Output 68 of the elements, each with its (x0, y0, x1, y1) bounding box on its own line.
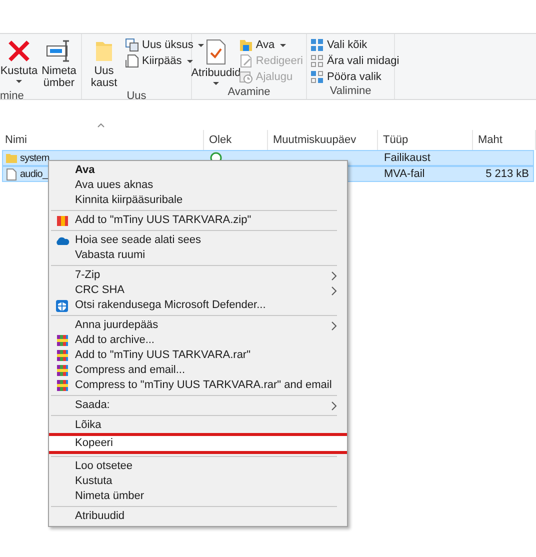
menu-item[interactable]: Nimeta ümber (49, 489, 347, 504)
menu-item[interactable]: Kustuta (49, 474, 347, 489)
menu-item[interactable]: Ava uues aknas (49, 178, 347, 193)
chevron-right-icon (331, 401, 337, 411)
menu-item[interactable]: Anna juurdepääs (49, 318, 347, 333)
pencil-page-icon (238, 54, 253, 68)
caret-icon (212, 82, 219, 85)
books-icon (56, 364, 68, 377)
ribbon-button[interactable]: Vali kõik (310, 38, 400, 52)
menu-item[interactable]: 7-Zip (49, 268, 347, 283)
group-label: Avamine (226, 85, 272, 99)
shield-icon (55, 298, 69, 312)
folder-icon (5, 152, 17, 164)
folder-icon (238, 38, 253, 52)
file-name: system (20, 152, 50, 166)
group-label: Valimine (328, 84, 372, 99)
books-icon (56, 349, 68, 362)
sort-caret-icon (97, 123, 105, 128)
menu-item[interactable]: Hoia see seade alati sees (49, 233, 347, 248)
caret-icon (280, 44, 286, 46)
menu-item[interactable]: Add to "mTiny UUS TARKVARA.zip" (49, 213, 347, 228)
page-icon (125, 54, 139, 68)
menu-item[interactable]: Compress to "mTiny UUS TARKVARA.rar" and email (49, 378, 347, 393)
menu-item[interactable]: Atribuudid (49, 509, 347, 524)
file-type: Failikaust (384, 152, 430, 164)
menu-item[interactable]: Add to "mTiny UUS TARKVARA.rar" (49, 348, 347, 363)
ribbon-button[interactable]: Kustuta (0, 37, 38, 83)
ribbon-button[interactable]: Pööra valik (310, 70, 400, 84)
menu-item[interactable]: Lõika (49, 418, 347, 433)
rename-icon (46, 39, 72, 63)
archive-icon (56, 214, 68, 227)
new-item-icon (125, 38, 139, 52)
ribbon-button[interactable]: Nimeta ümber (40, 37, 78, 89)
chevron-right-icon (331, 321, 337, 331)
x-icon (7, 39, 31, 63)
clock-icon (238, 70, 253, 84)
checked-page-icon (204, 39, 227, 65)
books-icon (56, 379, 68, 392)
ribbon-button[interactable]: Ära vali midagi (310, 54, 400, 68)
grid-icon (310, 54, 324, 68)
grid-icon (310, 70, 324, 84)
menu-item[interactable]: Saada: (49, 398, 347, 413)
file-type: MVA-fail (384, 168, 425, 180)
group-label: mine (0, 89, 25, 103)
menu-item[interactable]: Kopeeri (49, 433, 347, 454)
menu-item[interactable]: Kinnita kiirpääsuribale (49, 193, 347, 208)
group-label: Uus (126, 89, 148, 103)
caret-icon (186, 60, 193, 62)
books-icon (56, 334, 68, 347)
file-icon (5, 168, 17, 180)
menu-item[interactable]: Compress and email... (49, 363, 347, 378)
menu-item[interactable]: Ava (49, 163, 347, 178)
file-name: audio_ (20, 168, 48, 182)
ribbon-button[interactable]: Kiirpääs (125, 54, 204, 68)
caret-icon (198, 44, 204, 46)
folder-icon (95, 39, 113, 63)
caret-icon (16, 80, 22, 83)
menu-item[interactable]: Vabasta ruumi (49, 248, 347, 263)
menu-item[interactable]: Otsi rakendusega Microsoft Defender... (49, 298, 347, 313)
cloud-icon (54, 234, 70, 246)
ribbon-button[interactable]: Uus üksus (125, 38, 204, 52)
menu-item[interactable]: Loo otsetee (49, 459, 347, 474)
menu-item[interactable]: Add to archive... (49, 333, 347, 348)
ribbon-button[interactable]: Ava (238, 38, 303, 52)
grid-icon (310, 38, 324, 52)
menu-item[interactable]: CRC SHA (49, 283, 347, 298)
ribbon-button[interactable]: Uus kaust (85, 37, 123, 89)
file-size: 5 213 kB (486, 168, 529, 180)
